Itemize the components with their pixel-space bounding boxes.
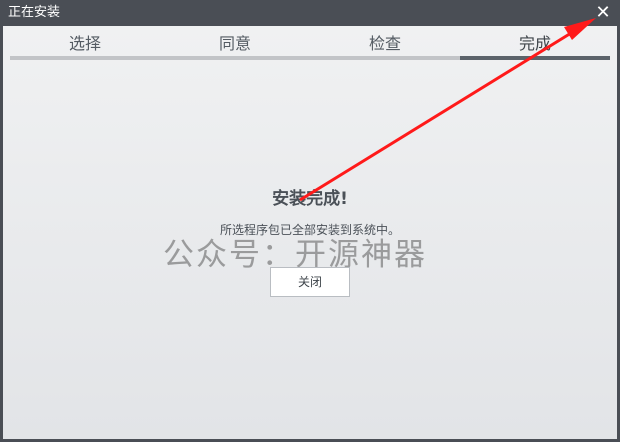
completion-heading: 安装完成! xyxy=(272,189,348,209)
tab-finish: 完成 xyxy=(460,26,610,60)
tab-select: 选择 xyxy=(10,26,160,60)
window-title: 正在安装 xyxy=(8,5,61,20)
close-icon[interactable]: ✕ xyxy=(592,2,614,24)
tab-check-indicator xyxy=(310,56,460,60)
tab-check: 检查 xyxy=(310,26,460,60)
tab-agree-label: 同意 xyxy=(218,34,251,53)
tab-select-label: 选择 xyxy=(68,34,101,53)
tab-agree: 同意 xyxy=(160,26,310,60)
close-button[interactable]: 关闭 xyxy=(270,267,350,297)
completion-message: 所选程序包已全部安装到系统中。 xyxy=(219,223,400,237)
title-bar: 正在安装 ✕ xyxy=(0,0,620,26)
step-tabs: 选择 同意 检查 完成 xyxy=(10,26,610,60)
installer-window: 正在安装 ✕ 选择 同意 检查 完成 安装完成! 所选程序包已全部安装到系统中。… xyxy=(0,0,620,442)
tab-finish-indicator xyxy=(460,56,610,60)
tab-finish-label: 完成 xyxy=(518,34,551,53)
tab-select-indicator xyxy=(10,56,160,60)
tab-check-label: 检查 xyxy=(368,34,401,53)
content-area: 选择 同意 检查 完成 安装完成! 所选程序包已全部安装到系统中。 公众号：开源… xyxy=(3,26,617,439)
tab-agree-indicator xyxy=(160,56,310,60)
